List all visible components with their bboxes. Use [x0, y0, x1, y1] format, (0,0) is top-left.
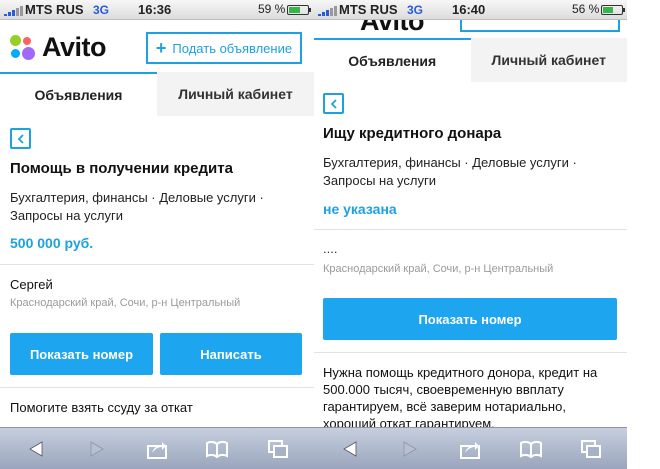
seller-name: ....: [323, 241, 338, 256]
avito-logo-icon: [10, 34, 36, 61]
bookmarks-icon[interactable]: [204, 438, 230, 460]
signal-icon: [318, 6, 337, 16]
battery-percent: 59 %: [258, 2, 286, 16]
chevron-left-icon: [17, 133, 24, 144]
app-header: Avito + Подать объявление: [0, 20, 314, 72]
post-ad-button[interactable]: + Подать объявление: [146, 32, 302, 64]
page-margin: [627, 0, 660, 469]
chevron-left-icon: [330, 98, 337, 109]
clock: 16:36: [138, 2, 172, 17]
app-header: Avito: [314, 20, 627, 40]
battery-icon: [287, 5, 311, 15]
write-button[interactable]: Написать: [160, 333, 302, 375]
clock: 16:40: [452, 2, 486, 17]
back-button[interactable]: [10, 128, 31, 149]
post-ad-label: Подать объявление: [172, 40, 293, 56]
plus-icon: +: [155, 38, 167, 58]
logo-text: Avito: [360, 20, 425, 36]
back-arrow-icon[interactable]: [337, 438, 363, 460]
status-bar: MTS RUS 3G 16:40 56 %: [314, 0, 627, 20]
ad-description: Нужна помощь кредитного донора, кредит н…: [323, 364, 597, 432]
forward-arrow-icon[interactable]: [84, 438, 110, 460]
back-button[interactable]: [323, 93, 344, 114]
tab-cabinet[interactable]: Личный кабинет: [157, 72, 314, 116]
tab-cabinet[interactable]: Личный кабинет: [470, 38, 627, 82]
ad-description-line1: Нужна помощь кредитного донора, кредит н…: [323, 365, 598, 380]
avito-logo[interactable]: Avito: [10, 32, 107, 63]
ad-price: 500 000 руб.: [10, 235, 94, 251]
ad-description: Помогите взять ссуду за откат: [10, 400, 193, 415]
ad-category: Бухгалтерия, финансы · Деловые услуги · …: [10, 189, 264, 225]
network-type: 3G: [93, 3, 110, 17]
ad-category-line2: Запросы на услуги: [10, 208, 124, 223]
divider: [314, 352, 627, 353]
carrier-name: MTS RUS: [339, 2, 398, 17]
seller-name: Сергей: [10, 277, 53, 292]
seller-location: Краснодарский край, Сочи, р-н Центральны…: [10, 297, 241, 309]
battery-icon: [601, 5, 625, 15]
browser-toolbar: [314, 427, 627, 469]
left-screenshot: MTS RUS 3G 16:36 59 % Avito + Подать объ…: [0, 0, 314, 469]
tab-bar: Объявления Личный кабинет: [314, 38, 627, 82]
show-number-button[interactable]: Показать номер: [323, 298, 617, 340]
divider: [314, 229, 627, 230]
share-icon[interactable]: [457, 438, 483, 460]
tab-bar: Объявления Личный кабинет: [0, 72, 314, 116]
browser-toolbar: [0, 427, 314, 469]
tab-ads[interactable]: Объявления: [0, 72, 157, 116]
ad-category: Бухгалтерия, финансы · Деловые услуги · …: [323, 154, 577, 190]
right-screenshot: MTS RUS 3G 16:40 56 % Avito Объявления Л…: [314, 0, 627, 469]
post-ad-button[interactable]: [460, 20, 620, 32]
ad-category-line1: Бухгалтерия, финансы · Деловые услуги ·: [10, 190, 264, 205]
tabs-icon[interactable]: [578, 438, 604, 460]
show-number-button[interactable]: Показать номер: [10, 333, 153, 375]
network-type: 3G: [407, 3, 424, 17]
ad-category-line1: Бухгалтерия, финансы · Деловые услуги ·: [323, 155, 577, 170]
bookmarks-icon[interactable]: [518, 438, 544, 460]
ad-title: Помощь в получении кредита: [10, 160, 233, 177]
back-arrow-icon[interactable]: [23, 438, 49, 460]
share-icon[interactable]: [144, 438, 170, 460]
forward-arrow-icon[interactable]: [397, 438, 423, 460]
divider: [0, 387, 314, 388]
ad-description-line3: гарантируем, всё заверим нотариально,: [323, 399, 566, 414]
seller-location: Краснодарский край, Сочи, р-н Центральны…: [323, 263, 554, 275]
ad-description-line2: 500.000 тысяч, своевременную ввплату: [323, 382, 564, 397]
carrier-name: MTS RUS: [25, 2, 84, 17]
tabs-icon[interactable]: [265, 438, 291, 460]
logo-text: Avito: [42, 32, 107, 62]
ad-title: Ищу кредитного донара: [323, 125, 502, 142]
ad-price: не указана: [323, 201, 397, 217]
avito-logo[interactable]: Avito: [354, 20, 425, 37]
divider: [0, 264, 314, 265]
signal-icon: [4, 6, 23, 16]
battery-percent: 56 %: [572, 2, 600, 16]
status-bar: MTS RUS 3G 16:36 59 %: [0, 0, 314, 20]
ad-category-line2: Запросы на услуги: [323, 173, 437, 188]
tab-ads[interactable]: Объявления: [314, 38, 471, 82]
